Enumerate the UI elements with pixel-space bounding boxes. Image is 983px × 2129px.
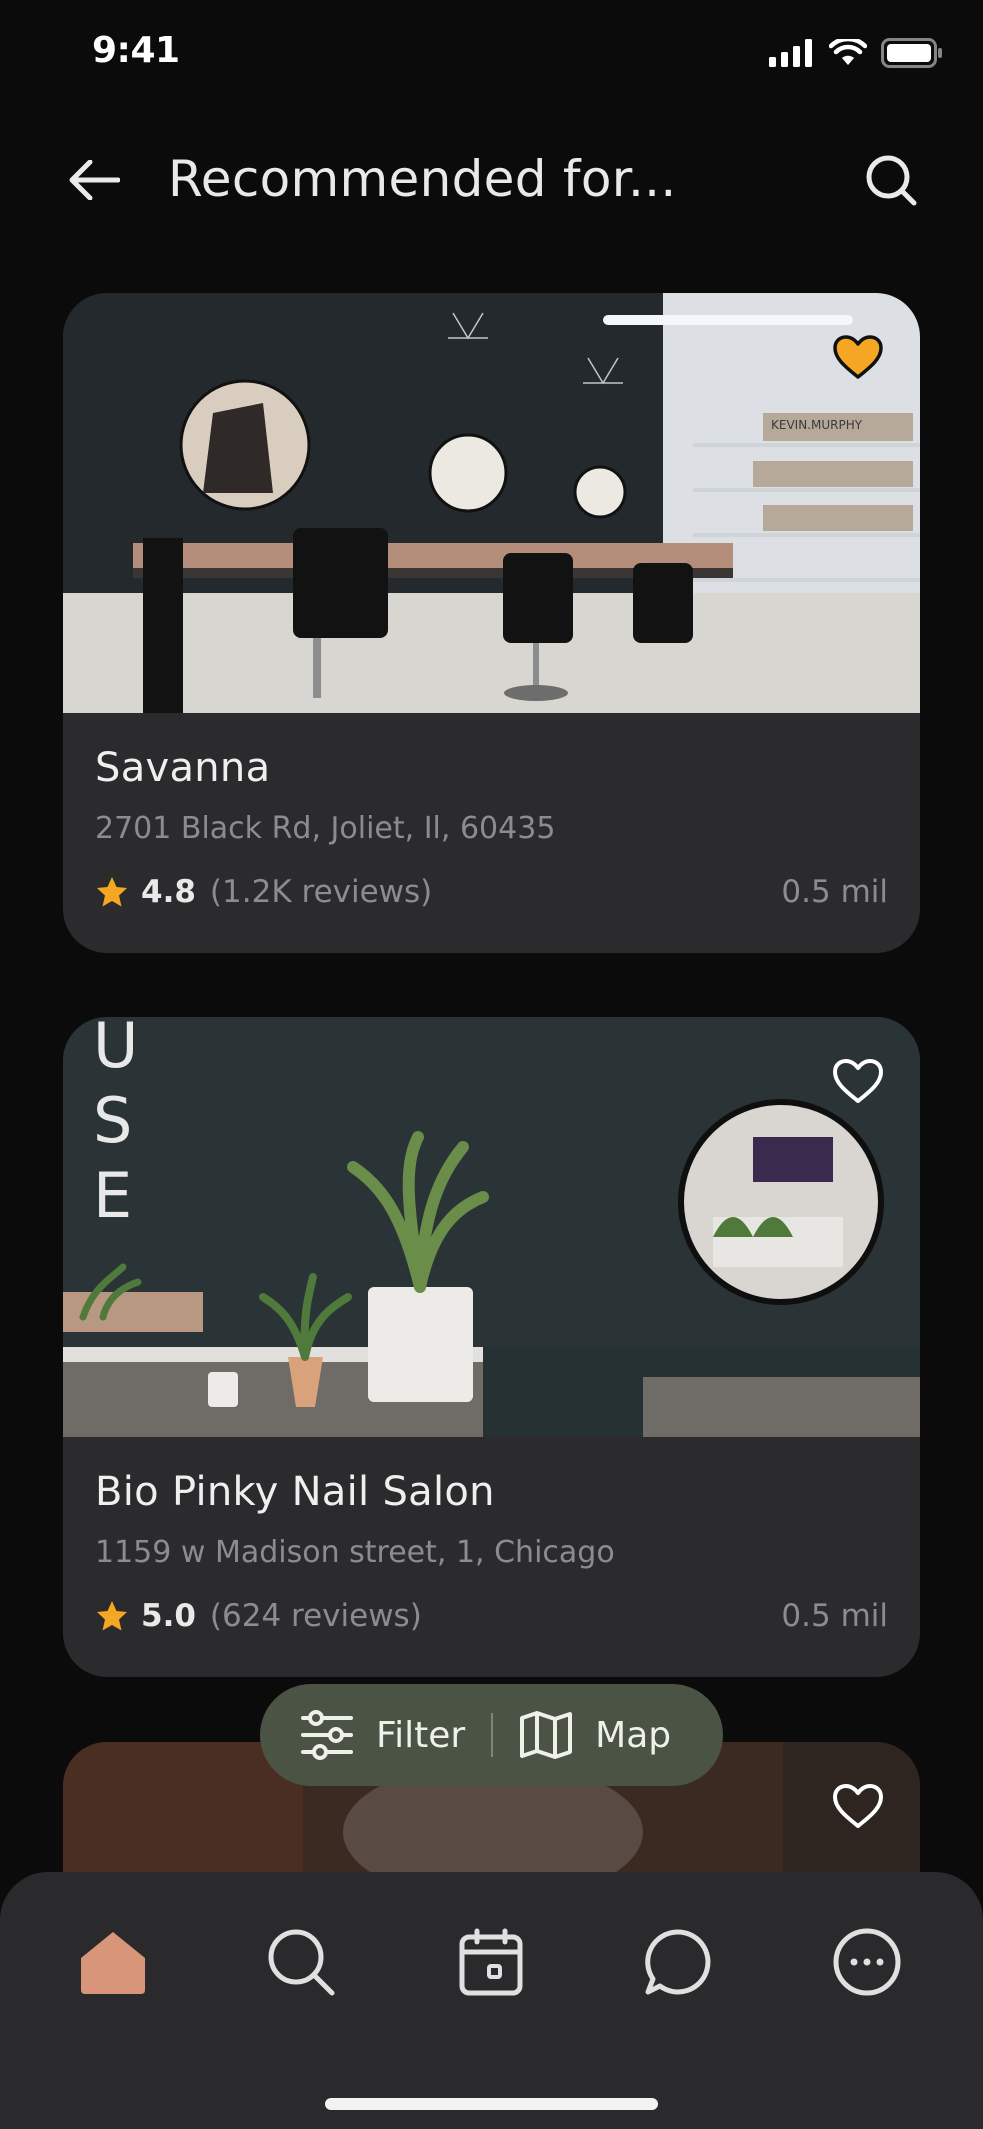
filter-map-toggle: Filter Map <box>260 1684 723 1786</box>
rating-value: 4.8 <box>141 874 196 910</box>
salon-address: 2701 Black Rd, Joliet, Il, 60435 <box>95 811 556 846</box>
search-button[interactable] <box>859 148 923 212</box>
review-count: (624 reviews) <box>209 1598 422 1634</box>
favorite-button[interactable] <box>830 1778 886 1834</box>
wifi-icon <box>829 39 867 65</box>
rating-row: 5.0 (624 reviews) 0.5 mil <box>95 1598 888 1634</box>
card-info: Bio Pinky Nail Salon 1159 w Madison stre… <box>63 1437 920 1677</box>
tab-bar <box>0 1872 983 2129</box>
tab-messages[interactable] <box>637 1922 717 2002</box>
svg-text:S: S <box>93 1084 132 1157</box>
map-button[interactable]: Map <box>519 1710 671 1760</box>
search-icon <box>866 155 917 206</box>
tab-bookings[interactable] <box>451 1922 531 2002</box>
home-indicator <box>325 2098 658 2110</box>
tab-more[interactable] <box>827 1922 907 2002</box>
salon-card[interactable]: U S E Bio Pinky Nail Salon 1159 w Madiso… <box>63 1017 920 1677</box>
status-time: 9:41 <box>92 30 180 71</box>
svg-text:U: U <box>93 1017 138 1082</box>
divider <box>491 1713 494 1757</box>
rating-value: 5.0 <box>141 1598 196 1634</box>
svg-text:E: E <box>93 1159 132 1232</box>
distance: 0.5 mil <box>781 1598 888 1634</box>
salon-photo: U S E <box>63 1017 920 1437</box>
card-info: Savanna 2701 Black Rd, Joliet, Il, 60435… <box>63 713 920 953</box>
search-icon <box>268 1929 335 1996</box>
star-icon <box>97 877 127 907</box>
svg-text:KEVIN.MURPHY: KEVIN.MURPHY <box>771 418 863 432</box>
salon-name: Savanna <box>95 745 271 791</box>
review-count: (1.2K reviews) <box>209 874 433 910</box>
heart-filled-icon <box>833 335 883 379</box>
salon-address: 1159 w Madison street, 1, Chicago <box>95 1535 615 1570</box>
distance: 0.5 mil <box>781 874 888 910</box>
header: Recommended for... <box>0 130 983 230</box>
salon-photo-illustration: KEVIN.MURPHY KEVIN.MURPHY <box>63 293 920 713</box>
salon-card[interactable]: KEVIN.MURPHY KEVIN.MURPHY <box>63 293 920 953</box>
heart-outline-icon <box>833 1059 883 1103</box>
page-title: Recommended for... <box>168 150 677 208</box>
map-icon <box>520 1711 573 1759</box>
status-icons <box>769 38 943 68</box>
tab-home[interactable] <box>73 1922 153 2002</box>
map-label: Map <box>595 1714 672 1756</box>
tab-search[interactable] <box>261 1922 341 2002</box>
favorite-button[interactable] <box>830 329 886 385</box>
more-icon <box>833 1928 901 1996</box>
back-button[interactable] <box>62 148 126 212</box>
star-icon <box>97 1601 127 1631</box>
signal-icon <box>769 39 812 67</box>
salon-photo: KEVIN.MURPHY KEVIN.MURPHY <box>63 293 920 713</box>
rating-row: 4.8 (1.2K reviews) 0.5 mil <box>95 874 888 910</box>
sliders-icon <box>301 1710 353 1760</box>
calendar-icon <box>459 1928 523 1996</box>
favorite-button[interactable] <box>830 1053 886 1109</box>
battery-icon <box>881 38 942 68</box>
status-bar: 9:41 <box>0 0 983 110</box>
chat-icon <box>645 1929 711 1995</box>
arrow-left-icon <box>69 160 120 200</box>
filter-label: Filter <box>376 1714 466 1756</box>
salon-name: Bio Pinky Nail Salon <box>95 1469 495 1515</box>
home-icon <box>81 1932 145 1994</box>
salon-photo-illustration: U S E <box>63 1017 920 1437</box>
filter-button[interactable]: Filter <box>300 1710 465 1760</box>
heart-outline-icon <box>833 1784 883 1828</box>
